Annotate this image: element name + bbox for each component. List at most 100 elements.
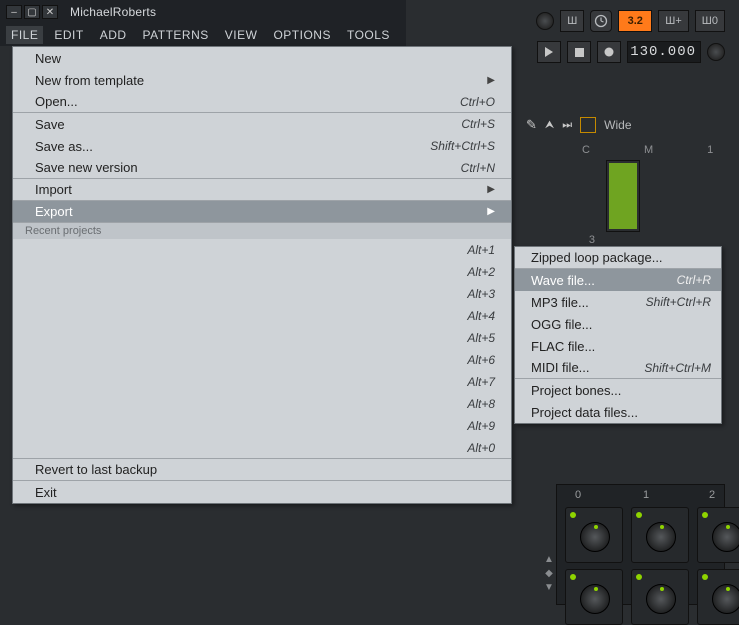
- mixer-slot-1[interactable]: [631, 507, 689, 563]
- recent-5[interactable]: Alt+5: [13, 327, 511, 349]
- file-save-label: Save: [35, 117, 65, 132]
- file-new[interactable]: New: [13, 47, 511, 69]
- arrow-down-icon[interactable]: ▼: [544, 582, 554, 593]
- file-open[interactable]: Open... Ctrl+O: [13, 91, 511, 113]
- menu-edit[interactable]: EDIT: [49, 26, 88, 44]
- recent-4[interactable]: Alt+4: [13, 305, 511, 327]
- file-exit-label: Exit: [35, 485, 57, 500]
- menu-bar: FILE EDIT ADD PATTERNS VIEW OPTIONS TOOL…: [0, 24, 406, 46]
- recent-9-shortcut: Alt+9: [467, 419, 495, 433]
- recent-projects-section: Recent projects: [13, 223, 511, 239]
- mixer-slot-0[interactable]: [565, 507, 623, 563]
- diamond-icon[interactable]: ◆: [545, 568, 553, 579]
- file-export[interactable]: Export▶: [13, 201, 511, 223]
- axis-row: C M 1 2: [582, 144, 739, 156]
- export-wave-label: Wave file...: [531, 273, 595, 288]
- menu-view[interactable]: VIEW: [220, 26, 263, 44]
- recent-3[interactable]: Alt+3: [13, 283, 511, 305]
- recent-8-shortcut: Alt+8: [467, 397, 495, 411]
- maximize-button[interactable]: ▢: [24, 5, 40, 19]
- paint-icon[interactable]: ✎: [526, 117, 537, 133]
- mixer-knob-2b[interactable]: [712, 584, 739, 614]
- mixer-knob-0b[interactable]: [580, 584, 610, 614]
- export-data-label: Project data files...: [531, 405, 638, 420]
- menu-patterns[interactable]: PATTERNS: [138, 26, 214, 44]
- file-import[interactable]: Import ▶: [13, 179, 511, 201]
- menu-tools[interactable]: TOOLS: [342, 26, 395, 44]
- mixer-slot-1b[interactable]: [631, 569, 689, 625]
- axis-m: M: [644, 144, 653, 156]
- recent-6-shortcut: Alt+6: [467, 353, 495, 367]
- file-menu: New New from template▶ Open... Ctrl+O Sav…: [12, 46, 512, 504]
- mixer-slot-2[interactable]: [697, 507, 739, 563]
- recent-8[interactable]: Alt+8: [13, 393, 511, 415]
- recent-6[interactable]: Alt+6: [13, 349, 511, 371]
- header-counter[interactable]: 3.2: [618, 10, 652, 32]
- file-exit[interactable]: Exit: [13, 481, 511, 503]
- file-save[interactable]: Save Ctrl+S: [13, 113, 511, 135]
- file-new-from-template[interactable]: New from template▶: [13, 69, 511, 91]
- track-clip[interactable]: [606, 160, 640, 232]
- arrow-icon[interactable]: ⮝: [545, 119, 554, 132]
- recent-3-shortcut: Alt+3: [467, 287, 495, 301]
- mixer-slot-2b[interactable]: [697, 569, 739, 625]
- file-new-label: New: [35, 51, 61, 66]
- export-flac[interactable]: FLAC file...: [515, 335, 721, 357]
- file-save-as-shortcut: Shift+Ctrl+S: [430, 139, 495, 153]
- export-bones[interactable]: Project bones...: [515, 379, 721, 401]
- minimize-button[interactable]: –: [6, 5, 22, 19]
- file-save-new[interactable]: Save new versionCtrl+N: [13, 157, 511, 179]
- export-ogg-label: OGG file...: [531, 317, 592, 332]
- mixer-knob-2[interactable]: [712, 522, 739, 552]
- close-button[interactable]: ✕: [42, 5, 58, 19]
- header-chip-1[interactable]: Ш: [560, 10, 584, 32]
- export-ogg[interactable]: OGG file...: [515, 313, 721, 335]
- export-data[interactable]: Project data files...: [515, 401, 721, 423]
- window-title: MichaelRoberts: [70, 5, 156, 19]
- clock-icon[interactable]: [590, 10, 612, 32]
- menu-add[interactable]: ADD: [95, 26, 132, 44]
- menu-file[interactable]: FILE: [6, 26, 43, 44]
- file-export-label: Export: [35, 204, 73, 219]
- export-bones-label: Project bones...: [531, 383, 621, 398]
- export-wave[interactable]: Wave file...Ctrl+R: [515, 269, 721, 291]
- recent-2[interactable]: Alt+2: [13, 261, 511, 283]
- selection-icon[interactable]: [580, 117, 596, 133]
- stop-button[interactable]: [567, 41, 591, 63]
- file-save-as[interactable]: Save as...Shift+Ctrl+S: [13, 135, 511, 157]
- menu-options[interactable]: OPTIONS: [268, 26, 336, 44]
- export-zipped[interactable]: Zipped loop package...: [515, 247, 721, 269]
- export-midi-shortcut: Shift+Ctrl+M: [644, 361, 711, 375]
- header-chip-zero[interactable]: Ш0: [695, 10, 725, 32]
- file-open-label: Open...: [35, 94, 78, 109]
- tempo-display[interactable]: 130.000: [627, 41, 701, 63]
- skip-icon[interactable]: ⏭: [562, 119, 572, 132]
- file-open-shortcut: Ctrl+O: [460, 95, 495, 109]
- knob-icon[interactable]: [536, 12, 554, 30]
- play-button[interactable]: [537, 41, 561, 63]
- mixer-knob-1[interactable]: [646, 522, 676, 552]
- record-button[interactable]: [597, 41, 621, 63]
- arrow-up-icon[interactable]: ▲: [544, 554, 554, 565]
- file-revert[interactable]: Revert to last backup: [13, 459, 511, 481]
- row-num-3: 3: [581, 234, 595, 246]
- chevron-right-icon: ▶: [479, 184, 495, 195]
- tempo-knob-icon[interactable]: [707, 43, 725, 61]
- recent-7[interactable]: Alt+7: [13, 371, 511, 393]
- transport-row: 130.000: [537, 40, 725, 64]
- header-top-row: Ш 3.2 Ш+ Ш0: [536, 8, 725, 34]
- recent-9[interactable]: Alt+9: [13, 415, 511, 437]
- export-mp3[interactable]: MP3 file...Shift+Ctrl+R: [515, 291, 721, 313]
- header-chip-plus[interactable]: Ш+: [658, 10, 689, 32]
- recent-4-shortcut: Alt+4: [467, 309, 495, 323]
- recent-0[interactable]: Alt+0: [13, 437, 511, 459]
- mixer-area: 0 1 2 3: [556, 484, 725, 605]
- file-save-shortcut: Ctrl+S: [461, 117, 495, 131]
- mixer-slot-0b[interactable]: [565, 569, 623, 625]
- recent-2-shortcut: Alt+2: [467, 265, 495, 279]
- mixer-knob-1b[interactable]: [646, 584, 676, 614]
- recent-1[interactable]: Alt+1: [13, 239, 511, 261]
- mixer-knob-0[interactable]: [580, 522, 610, 552]
- export-midi[interactable]: MIDI file...Shift+Ctrl+M: [515, 357, 721, 379]
- file-import-label: Import: [35, 182, 72, 197]
